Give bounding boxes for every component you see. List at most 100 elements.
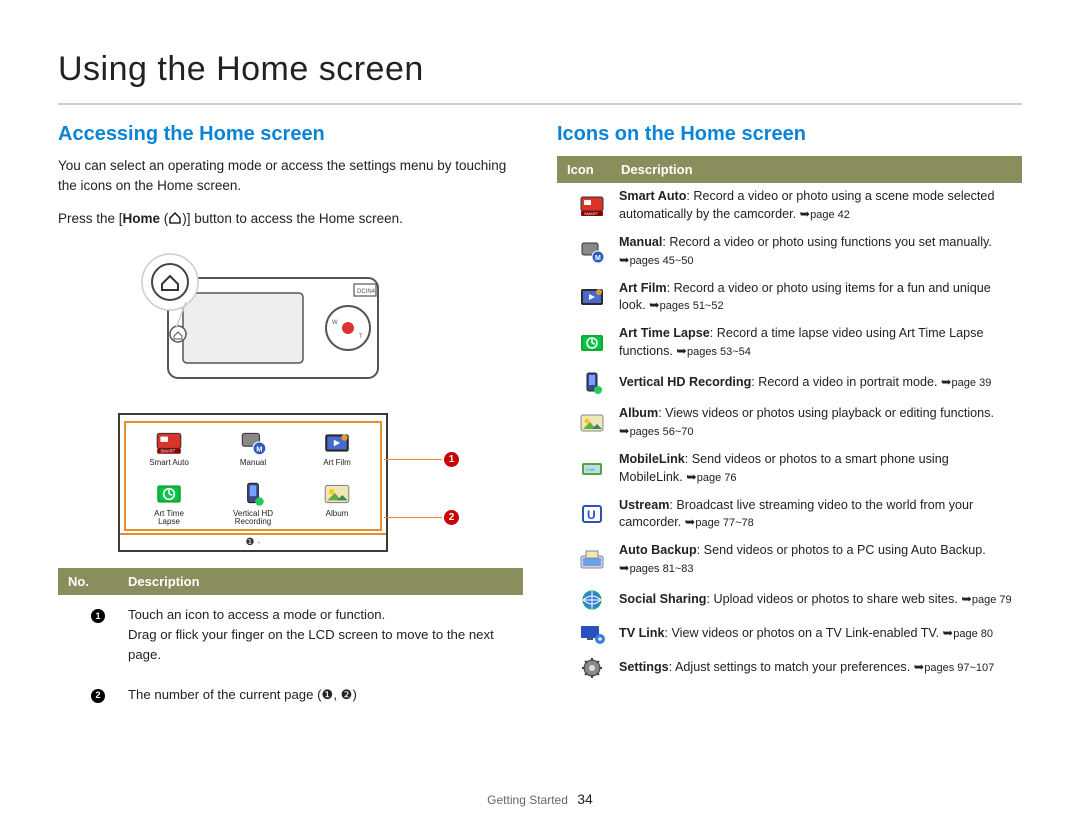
icon-row-art-film: Art Film: Record a video or photo using …: [557, 275, 1022, 321]
icon-desc: MobileLink: Send videos or photos to a s…: [619, 451, 1014, 487]
album-icon: [565, 411, 619, 435]
legend-table: No. Description 1 Touch an icon to access…: [58, 568, 523, 714]
title-divider: [58, 103, 1022, 105]
icon-row-social-sharing: Social Sharing: Upload videos or photos …: [557, 583, 1022, 617]
auto-backup-icon: [565, 548, 619, 572]
smart-auto-icon: SMART: [565, 194, 619, 218]
home-item-label: Vertical HDRecording: [216, 510, 290, 528]
page-reference-icon: ➥: [619, 561, 630, 575]
page-reference-icon: ➥: [914, 660, 925, 674]
icon-desc: Auto Backup: Send videos or photos to a …: [619, 542, 1014, 578]
legend-text: The number of the current page (❶, ❷): [128, 685, 513, 705]
vertical-hd-icon: [565, 371, 619, 395]
vertical-hd-icon: [237, 480, 269, 508]
icon-desc: TV Link: View videos or photos on a TV L…: [619, 625, 1014, 643]
icon-header-desc: Description: [621, 162, 693, 177]
page-reference-icon: ➥: [943, 626, 954, 640]
icon-desc: Art Film: Record a video or photo using …: [619, 280, 1014, 316]
page-reference-icon: ➥: [686, 470, 697, 484]
page-reference-icon: ➥: [649, 298, 660, 312]
callout-2: 2: [444, 510, 459, 525]
page-reference-icon: ➥: [619, 253, 630, 267]
section-heading-accessing: Accessing the Home screen: [58, 123, 523, 146]
album-icon: [321, 480, 353, 508]
social-sharing-icon: [565, 588, 619, 612]
icon-desc: Vertical HD Recording: Record a video in…: [619, 374, 1014, 392]
page-reference-icon: ➥: [619, 424, 630, 438]
legend-row: 1 Touch an icon to access a mode or funct…: [58, 595, 523, 674]
svg-text:M: M: [256, 444, 262, 453]
page-footer: Getting Started 34: [0, 791, 1080, 807]
icon-row-auto-backup: Auto Backup: Send videos or photos to a …: [557, 537, 1022, 583]
art-film-icon: [565, 285, 619, 309]
svg-text:M: M: [595, 255, 601, 262]
page-title: Using the Home screen: [58, 50, 1022, 89]
icon-desc: Smart Auto: Record a video or photo usin…: [619, 188, 1014, 224]
settings-icon: [565, 656, 619, 680]
icon-desc: Settings: Adjust settings to match your …: [619, 659, 1014, 677]
page-reference-icon: ➥: [800, 207, 811, 221]
icon-row-ustream: UUstream: Broadcast live streaming video…: [557, 492, 1022, 538]
art-film-icon: [321, 429, 353, 457]
home-item-manual[interactable]: M Manual: [216, 429, 290, 476]
home-item-label: Art Film: [300, 459, 374, 476]
icon-row-album: Album: Views videos or photos using play…: [557, 400, 1022, 446]
home-item-art-film[interactable]: Art Film: [300, 429, 374, 476]
legend-number: 1: [91, 609, 105, 623]
left-column: Accessing the Home screen You can select…: [58, 123, 523, 714]
page-reference-icon: ➥: [685, 515, 696, 529]
legend-text: Touch an icon to access a mode or functi…: [128, 605, 513, 664]
icon-row-manual: M Manual: Record a video or photo using f…: [557, 229, 1022, 275]
legend-number: 2: [91, 689, 105, 703]
svg-text:W: W: [332, 320, 338, 326]
lcd-home-screen: SMART Smart Auto M Manual Art Film Art TimeLa…: [118, 413, 478, 553]
home-item-label: Smart Auto: [132, 459, 206, 476]
icon-row-vertical-hd: Vertical HD Recording: Record a video in…: [557, 366, 1022, 400]
svg-text:T: T: [359, 334, 363, 340]
press-home-instruction: Press the [Home ()] button to access the…: [58, 209, 523, 229]
svg-text:SMART: SMART: [160, 448, 175, 453]
art-time-lapse-icon: [153, 480, 185, 508]
svg-text:SMART: SMART: [584, 211, 598, 216]
icon-desc: Manual: Record a video or photo using fu…: [619, 234, 1014, 270]
home-item-label: Album: [300, 510, 374, 527]
home-item-art-time-lapse[interactable]: Art TimeLapse: [132, 480, 206, 528]
icon-desc: Album: Views videos or photos using play…: [619, 405, 1014, 441]
page-reference-icon: ➥: [961, 592, 972, 606]
pager-dots: ❶ ·: [120, 533, 386, 548]
icon-row-mobilelink: LINK MobileLink: Send videos or photos to…: [557, 446, 1022, 492]
legend-header-no: No.: [68, 574, 128, 589]
icon-desc: Social Sharing: Upload videos or photos …: [619, 591, 1014, 609]
icon-desc: Art Time Lapse: Record a time lapse vide…: [619, 325, 1014, 361]
svg-text:U: U: [587, 508, 596, 522]
page-reference-icon: ➥: [676, 344, 687, 358]
home-item-album[interactable]: Album: [300, 480, 374, 528]
legend-row: 2 The number of the current page (❶, ❷): [58, 675, 523, 715]
section-heading-icons: Icons on the Home screen: [557, 123, 1022, 146]
icon-table: Icon Description SMART Smart Auto: Record…: [557, 156, 1022, 685]
icon-row-settings: Settings: Adjust settings to match your …: [557, 651, 1022, 685]
mobilelink-icon: LINK: [565, 457, 619, 481]
manual-icon: M: [565, 240, 619, 264]
svg-text:DCIN4: DCIN4: [357, 289, 376, 295]
manual-icon: M: [237, 429, 269, 457]
icon-row-art-time-lapse: Art Time Lapse: Record a time lapse vide…: [557, 320, 1022, 366]
legend-header-desc: Description: [128, 574, 200, 589]
home-item-label: Art TimeLapse: [132, 510, 206, 528]
home-item-vertical-hd[interactable]: Vertical HDRecording: [216, 480, 290, 528]
page-reference-icon: ➥: [941, 375, 952, 389]
icon-row-smart-auto: SMART Smart Auto: Record a video or photo…: [557, 183, 1022, 229]
home-item-label: Manual: [216, 459, 290, 476]
right-column: Icons on the Home screen Icon Descriptio…: [557, 123, 1022, 714]
tv-link-icon: [565, 622, 619, 646]
callout-1: 1: [444, 452, 459, 467]
home-item-smart-auto[interactable]: SMART Smart Auto: [132, 429, 206, 476]
icon-row-tv-link: TV Link: View videos or photos on a TV L…: [557, 617, 1022, 651]
smart-auto-icon: SMART: [153, 429, 185, 457]
home-icon: [168, 210, 182, 222]
icon-header-icon: Icon: [567, 162, 621, 177]
svg-text:LINK: LINK: [586, 467, 595, 472]
camcorder-diagram: W T DCIN4: [98, 243, 478, 403]
ustream-icon: U: [565, 502, 619, 526]
art-time-lapse-icon: [565, 331, 619, 355]
